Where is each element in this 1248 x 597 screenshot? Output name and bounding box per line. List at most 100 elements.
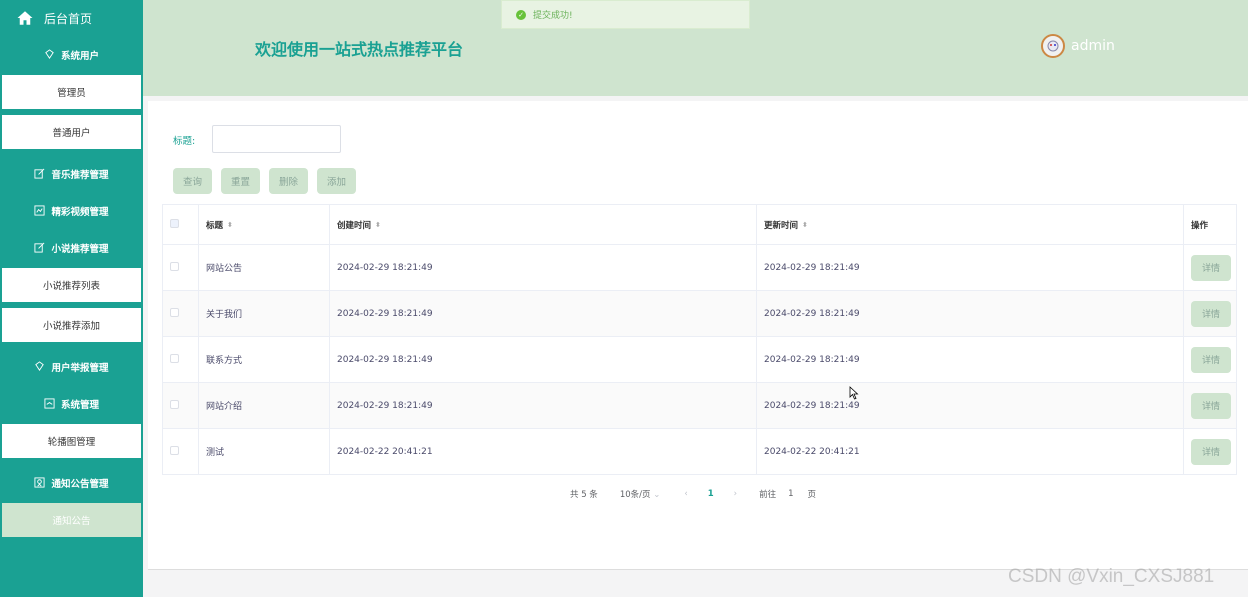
table-row: 关于我们 2024-02-29 18:21:49 2024-02-29 18:2… xyxy=(162,290,1237,337)
sidebar-group-label: 系统管理 xyxy=(60,399,99,411)
row-select-cell xyxy=(162,244,199,291)
shield-icon xyxy=(34,361,45,372)
avatar-icon xyxy=(1047,40,1059,52)
sidebar-group-label: 音乐推荐管理 xyxy=(51,169,109,181)
sidebar-home-label: 后台首页 xyxy=(44,11,93,26)
sidebar-group-system-users[interactable]: 系统用户 xyxy=(0,36,143,73)
page-size-select[interactable]: 10条/页 ⌄ xyxy=(620,488,661,500)
goto-label: 前往 xyxy=(759,490,777,500)
row-created: 2024-02-29 18:21:49 xyxy=(329,244,757,291)
goto-input[interactable]: 1 xyxy=(788,489,793,499)
row-updated: 2024-02-29 18:21:49 xyxy=(756,382,1184,429)
sidebar-group-video[interactable]: 精彩视频管理 xyxy=(0,192,143,229)
goto-suffix: 页 xyxy=(807,490,817,500)
prev-page-icon[interactable]: ‹ xyxy=(684,489,687,499)
row-created: 2024-02-29 18:21:49 xyxy=(329,290,757,337)
row-select-cell xyxy=(162,382,199,429)
page-title: 欢迎使用一站式热点推荐平台 xyxy=(255,40,464,59)
sidebar-item-novel-add[interactable]: 小说推荐添加 xyxy=(2,308,141,342)
row-title: 网站介绍 xyxy=(198,382,330,429)
row-select-cell xyxy=(162,428,199,475)
col-created[interactable]: 创建时间 ⬍ xyxy=(329,204,757,245)
detail-button[interactable]: 详情 xyxy=(1191,438,1231,465)
main-content: 标题: 查询 重置 删除 添加 标题 ⬍ 创建时间 ⬍ 更新时间 ⬍ 操作 网站公告 … xyxy=(148,101,1248,569)
row-checkbox[interactable] xyxy=(170,307,179,317)
watermark: CSDN @Vxin_CXSJ881 xyxy=(1008,566,1215,587)
add-button[interactable]: 添加 xyxy=(317,168,357,194)
row-select-cell xyxy=(162,336,199,383)
row-select-cell xyxy=(162,290,199,337)
reset-button[interactable]: 重置 xyxy=(221,168,261,194)
select-all-cell xyxy=(162,204,199,245)
row-title: 测试 xyxy=(198,428,330,475)
sidebar-group-label: 通知公告管理 xyxy=(51,478,109,490)
sidebar-item-normal-user[interactable]: 普通用户 xyxy=(2,115,141,149)
sort-icon[interactable]: ⬍ xyxy=(375,221,381,229)
toast-message: 提交成功! xyxy=(533,11,573,21)
row-checkbox[interactable] xyxy=(170,399,179,409)
table-header-row: 标题 ⬍ 创建时间 ⬍ 更新时间 ⬍ 操作 xyxy=(162,204,1237,245)
sidebar-group-system[interactable]: 系统管理 xyxy=(0,385,143,422)
table-row: 联系方式 2024-02-29 18:21:49 2024-02-29 18:2… xyxy=(162,336,1237,383)
notice-table: 标题 ⬍ 创建时间 ⬍ 更新时间 ⬍ 操作 网站公告 2024-02-29 18:21… xyxy=(162,204,1237,475)
col-updated[interactable]: 更新时间 ⬍ xyxy=(756,204,1184,245)
home-icon xyxy=(17,11,33,25)
sidebar-home[interactable]: 后台首页 xyxy=(0,0,143,36)
delete-button[interactable]: 删除 xyxy=(269,168,309,194)
avatar xyxy=(1041,34,1065,58)
edit-icon xyxy=(34,242,45,253)
detail-button[interactable]: 详情 xyxy=(1191,300,1231,327)
row-actions: 详情 xyxy=(1183,244,1237,291)
title-filter-input[interactable] xyxy=(212,125,341,153)
chevron-down-icon: ⌄ xyxy=(653,490,661,500)
detail-button[interactable]: 详情 xyxy=(1191,254,1231,281)
page-number-current[interactable]: 1 xyxy=(708,489,714,499)
col-title[interactable]: 标题 ⬍ xyxy=(198,204,330,245)
sidebar-group-music[interactable]: 音乐推荐管理 xyxy=(0,155,143,192)
user-menu[interactable]: admin xyxy=(1041,34,1115,58)
pagination: 共 5 条 10条/页 ⌄ ‹ 1 › 前往 1 页 xyxy=(570,488,816,500)
edit-icon xyxy=(34,168,45,179)
row-updated: 2024-02-22 20:41:21 xyxy=(756,428,1184,475)
mouse-cursor-icon xyxy=(849,386,859,400)
next-page-icon[interactable]: › xyxy=(734,489,737,499)
sort-icon[interactable]: ⬍ xyxy=(802,221,808,229)
sort-icon[interactable]: ⬍ xyxy=(227,221,233,229)
row-actions: 详情 xyxy=(1183,336,1237,383)
chart-icon xyxy=(44,398,55,409)
row-created: 2024-02-22 20:41:21 xyxy=(329,428,757,475)
table-row: 测试 2024-02-22 20:41:21 2024-02-22 20:41:… xyxy=(162,428,1237,475)
success-toast: ✓ 提交成功! xyxy=(501,0,750,29)
row-updated: 2024-02-29 18:21:49 xyxy=(756,336,1184,383)
row-actions: 详情 xyxy=(1183,428,1237,475)
sidebar-item-carousel[interactable]: 轮播图管理 xyxy=(2,424,141,458)
row-checkbox[interactable] xyxy=(170,353,179,363)
col-title-label: 标题 xyxy=(206,220,224,231)
row-updated: 2024-02-29 18:21:49 xyxy=(756,290,1184,337)
select-all-checkbox[interactable] xyxy=(170,218,179,228)
detail-button[interactable]: 详情 xyxy=(1191,392,1231,419)
row-checkbox[interactable] xyxy=(170,445,179,455)
check-circle-icon: ✓ xyxy=(516,9,526,20)
pagination-total: 共 5 条 xyxy=(570,490,598,500)
row-actions: 详情 xyxy=(1183,382,1237,429)
col-created-label: 创建时间 xyxy=(337,220,372,231)
sidebar-group-label: 精彩视频管理 xyxy=(51,206,109,218)
sidebar-group-report[interactable]: 用户举报管理 xyxy=(0,348,143,385)
col-actions-label: 操作 xyxy=(1191,220,1209,231)
row-title: 联系方式 xyxy=(198,336,330,383)
sidebar-item-admin[interactable]: 管理员 xyxy=(2,75,141,109)
title-filter-label: 标题: xyxy=(173,136,196,147)
sidebar-group-novel[interactable]: 小说推荐管理 xyxy=(0,229,143,266)
col-updated-label: 更新时间 xyxy=(764,220,799,231)
sidebar-item-notice[interactable]: 通知公告 xyxy=(2,503,141,537)
query-button[interactable]: 查询 xyxy=(173,168,213,194)
shield-icon xyxy=(44,49,55,60)
sidebar-group-notice[interactable]: 通知公告管理 xyxy=(0,464,143,501)
row-checkbox[interactable] xyxy=(170,261,179,271)
sidebar-group-label: 用户举报管理 xyxy=(51,362,109,374)
row-title: 关于我们 xyxy=(198,290,330,337)
table-row: 网站公告 2024-02-29 18:21:49 2024-02-29 18:2… xyxy=(162,244,1237,291)
detail-button[interactable]: 详情 xyxy=(1191,346,1231,373)
sidebar-item-novel-list[interactable]: 小说推荐列表 xyxy=(2,268,141,302)
